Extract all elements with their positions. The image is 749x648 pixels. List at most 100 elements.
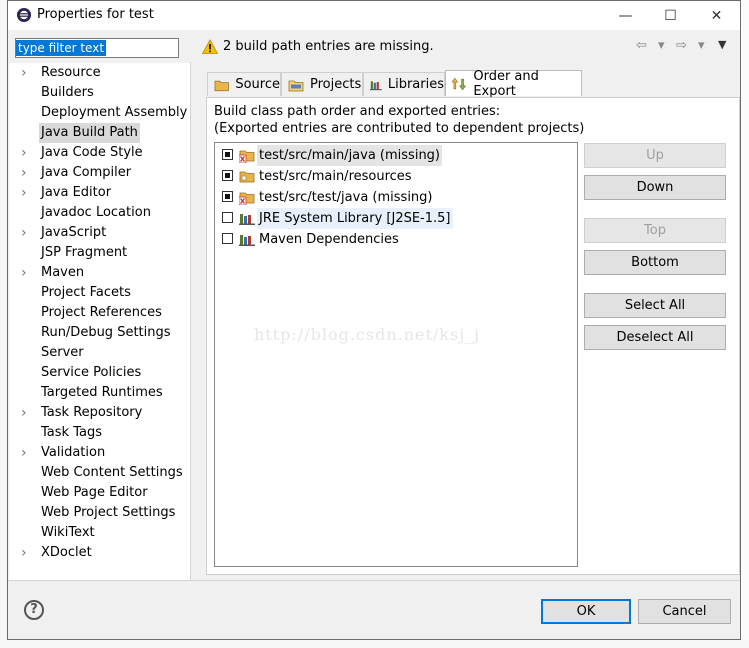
watermark-text: http://blog.csdn.net/ksj_j [254, 325, 481, 344]
sidebar-item[interactable]: Javadoc Location [9, 203, 190, 223]
background-app-strip-right [741, 0, 749, 648]
classpath-entry-label: test/src/main/resources [259, 169, 412, 184]
sidebar-item-label: XDoclet [41, 545, 92, 560]
sidebar-item-label: Javadoc Location [41, 205, 151, 220]
expand-chevron-icon[interactable]: › [21, 403, 27, 423]
minimize-button[interactable]: — [603, 1, 648, 30]
expand-chevron-icon[interactable]: › [21, 63, 27, 83]
sidebar-item-label: Web Content Settings [41, 465, 183, 480]
maximize-button[interactable]: ☐ [648, 1, 693, 30]
sidebar-item[interactable]: Project Facets [9, 283, 190, 303]
export-checkbox[interactable] [222, 212, 233, 223]
help-icon[interactable]: ? [24, 600, 44, 620]
down-button[interactable]: Down [584, 175, 726, 200]
sidebar-item[interactable]: › Resource [9, 63, 190, 83]
order-export-icon [452, 77, 467, 90]
sidebar-item-label: JSP Fragment [41, 245, 128, 260]
sidebar-item-label: Project Facets [41, 285, 131, 300]
tab-order-and-export[interactable]: Order and Export [445, 68, 582, 99]
sidebar-item[interactable]: › Java Editor [9, 183, 190, 203]
sidebar-item[interactable]: › Java Compiler [9, 163, 190, 183]
close-button[interactable]: ✕ [694, 1, 739, 30]
sidebar-item[interactable]: Web Content Settings [9, 463, 190, 483]
source-folder-icon [214, 80, 229, 91]
sidebar-item[interactable]: Targeted Runtimes [9, 383, 190, 403]
classpath-entry-label: test/src/test/java (missing) [259, 190, 433, 205]
tab-label: Projects [310, 77, 362, 92]
select-all-button[interactable]: Select All [584, 293, 726, 318]
bottom-button[interactable]: Bottom [584, 250, 726, 275]
sidebar-item[interactable]: Run/Debug Settings [9, 323, 190, 343]
sidebar-item[interactable]: › Maven [9, 263, 190, 283]
warning-icon [202, 39, 218, 54]
classpath-entries-list[interactable]: test/src/main/java (missing) test/src/mai… [214, 142, 578, 567]
sidebar-item-label: Maven [41, 265, 85, 280]
expand-chevron-icon[interactable]: › [21, 143, 27, 163]
background-app-strip-left [0, 0, 7, 648]
tab-libraries[interactable]: Libraries [363, 72, 445, 96]
library-icon [370, 80, 382, 90]
sidebar-item[interactable]: Deployment Assembly [9, 103, 190, 123]
sidebar-item-label: Java Build Path [39, 123, 140, 143]
forward-arrow-icon[interactable]: ⇨ [676, 38, 687, 53]
cancel-button[interactable]: Cancel [638, 599, 731, 624]
sidebar-item-label: Web Page Editor [41, 485, 148, 500]
sidebar-item[interactable]: › Validation [9, 443, 190, 463]
back-dropdown-icon[interactable]: ▾ [658, 38, 665, 53]
top-button[interactable]: Top [584, 218, 726, 243]
sidebar-item-label: Run/Debug Settings [41, 325, 171, 340]
export-checkbox[interactable] [222, 191, 233, 202]
properties-tree[interactable]: › Resource Builders Deployment Assembly Java… [9, 63, 190, 580]
export-checkbox[interactable] [222, 149, 233, 160]
sidebar-item[interactable]: › XDoclet [9, 543, 190, 563]
sidebar-item[interactable]: Web Page Editor [9, 483, 190, 503]
sidebar-item[interactable]: › Java Code Style [9, 143, 190, 163]
sidebar-item-label: Project References [41, 305, 162, 320]
classpath-entry-label: JRE System Library [J2SE-1.5] [257, 208, 453, 229]
sidebar-item-label: Deployment Assembly [41, 105, 188, 120]
sidebar-item-label: Java Code Style [41, 145, 143, 160]
sidebar-item[interactable]: Builders [9, 83, 190, 103]
sidebar-item[interactable]: › JavaScript [9, 223, 190, 243]
status-message: 2 build path entries are missing. [223, 39, 434, 54]
sidebar-item-label: JavaScript [41, 225, 107, 240]
up-button[interactable]: Up [584, 143, 726, 168]
sidebar-item-label: WikiText [41, 525, 95, 540]
sidebar-item-label: Java Compiler [41, 165, 132, 180]
sidebar-item[interactable]: WikiText [9, 523, 190, 543]
sidebar-item[interactable]: Task Tags [9, 423, 190, 443]
sidebar-item[interactable]: Web Project Settings [9, 503, 190, 523]
tab-label: Libraries [387, 77, 444, 92]
sidebar-item-label: Service Policies [41, 365, 142, 380]
expand-chevron-icon[interactable]: › [21, 443, 27, 463]
background-app-strip-bottom [0, 640, 749, 648]
sidebar-item-label: Validation [41, 445, 106, 460]
sidebar-divider [190, 62, 191, 581]
deselect-all-button[interactable]: Deselect All [584, 325, 726, 350]
sidebar-item[interactable]: Server [9, 343, 190, 363]
window-title: Properties for test [37, 7, 154, 22]
tab-projects[interactable]: Projects [281, 72, 363, 96]
sidebar-item[interactable]: › Task Repository [9, 403, 190, 423]
sidebar-item[interactable]: Java Build Path [9, 123, 190, 143]
expand-chevron-icon[interactable]: › [21, 183, 27, 203]
forward-dropdown-icon[interactable]: ▾ [698, 38, 705, 53]
sidebar-item-label: Task Tags [41, 425, 102, 440]
panel-subdescription: (Exported entries are contributed to dep… [214, 121, 585, 136]
tab-source[interactable]: Source [207, 72, 281, 96]
expand-chevron-icon[interactable]: › [21, 223, 27, 243]
tab-label: Order and Export [473, 68, 539, 99]
ok-button[interactable]: OK [541, 599, 631, 624]
export-checkbox[interactable] [222, 170, 233, 181]
sidebar-item[interactable]: Project References [9, 303, 190, 323]
expand-chevron-icon[interactable]: › [21, 263, 27, 283]
expand-chevron-icon[interactable]: › [21, 163, 27, 183]
export-checkbox[interactable] [222, 233, 233, 244]
sidebar-item[interactable]: JSP Fragment [9, 243, 190, 263]
sidebar-item[interactable]: Service Policies [9, 363, 190, 383]
back-arrow-icon[interactable]: ⇦ [636, 38, 647, 53]
view-menu-icon[interactable]: ▼ [718, 38, 726, 51]
classpath-entry-label: test/src/main/java (missing) [257, 145, 443, 166]
tab-label: Source [235, 77, 280, 92]
expand-chevron-icon[interactable]: › [21, 543, 27, 563]
